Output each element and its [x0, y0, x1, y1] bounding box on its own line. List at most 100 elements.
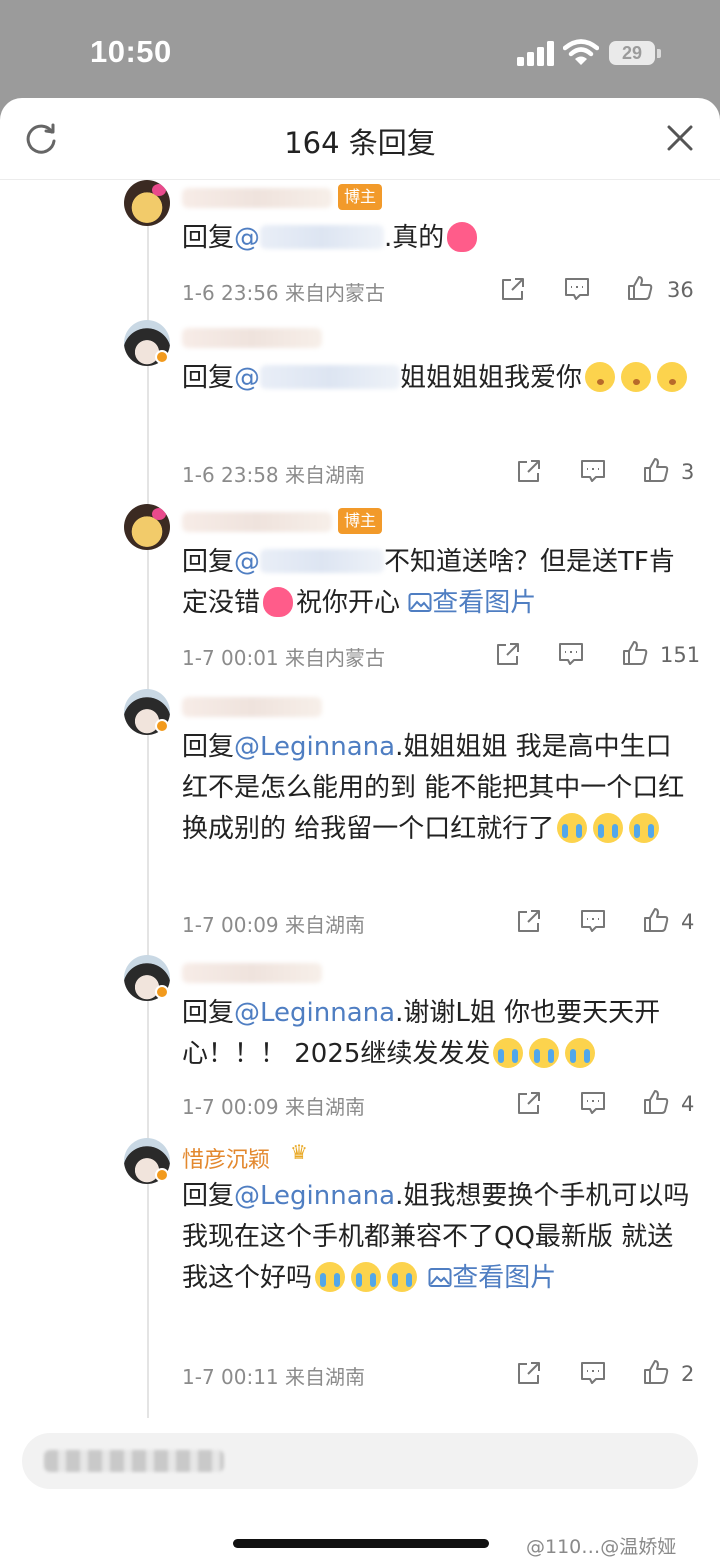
reply-body-tail: 祝你开心	[296, 588, 401, 618]
reply-item: 回复@ 姐姐姐姐我爱你 1-6 23:58 来自湖南 3	[0, 316, 720, 501]
reply-meta: 1-7 00:01 来自内蒙古	[182, 642, 385, 671]
view-image-link[interactable]: 查看图片	[428, 1263, 556, 1293]
share-icon[interactable]	[516, 1090, 542, 1116]
reply-meta: 1-7 00:09 来自湖南	[182, 1091, 365, 1120]
author-name[interactable]: 惜彦沉颖	[182, 1142, 270, 1174]
reply-meta: 1-6 23:56 来自内蒙古	[182, 277, 385, 306]
reply-location: 来自湖南	[285, 1365, 366, 1389]
thumbs-up-icon[interactable]	[643, 457, 669, 483]
reply-date: 1-7 00:11	[182, 1365, 279, 1389]
share-icon[interactable]	[500, 276, 526, 302]
sheet-title: 164 条回复	[284, 126, 436, 160]
reply-item: 惜彦沉颖 ♛ 回复@Leginnana.姐我想要换个手机可以吗 我现在这个手机都…	[0, 1134, 720, 1404]
reply-meta: 1-7 00:09 来自湖南	[182, 909, 365, 938]
avatar[interactable]	[124, 504, 170, 550]
view-image-link[interactable]: 查看图片	[408, 588, 536, 618]
crown-badge-icon: ♛	[290, 1140, 308, 1164]
comment-icon[interactable]	[580, 908, 606, 934]
reply-item: 回复@Leginnana.姐姐姐姐 我是高中生口红不是怎么能用的到 能不能把其中…	[0, 685, 720, 950]
reply-date: 1-7 00:09	[182, 1095, 279, 1119]
comment-placeholder-redacted	[44, 1450, 224, 1472]
heart-emoji-icon	[263, 587, 294, 617]
reply-item: 回复@Leginnana.谢谢L姐 你也要天天开心！！！ 2025继续发发发 1…	[0, 951, 720, 1131]
share-icon[interactable]	[516, 458, 542, 484]
reply-prefix: 回复	[182, 363, 235, 393]
mention-link[interactable]: @Leginnana	[234, 998, 395, 1028]
home-indicator[interactable]	[233, 1539, 489, 1548]
reply-location: 来自湖南	[285, 463, 366, 487]
author-name-redacted[interactable]	[182, 328, 322, 348]
verified-badge-icon	[155, 985, 169, 999]
battery-level: 29	[621, 43, 643, 63]
mention-link[interactable]: @Leginnana	[234, 732, 395, 762]
reply-date: 1-6 23:58	[182, 463, 279, 487]
thumbs-up-icon[interactable]	[643, 907, 669, 933]
crying-emoji-icon	[529, 1038, 560, 1068]
comment-icon[interactable]	[580, 1090, 606, 1116]
close-icon[interactable]	[666, 124, 694, 152]
wifi-icon	[563, 39, 599, 65]
reply-date: 1-7 00:09	[182, 913, 279, 937]
reply-date: 1-6 23:56	[182, 281, 279, 305]
reply-body: .真的	[384, 223, 445, 253]
thumbs-up-icon[interactable]	[622, 640, 648, 666]
mention-link[interactable]: @	[234, 223, 385, 253]
crying-emoji-icon	[557, 813, 588, 843]
watermark: @110…@温娇娅	[526, 1536, 677, 1558]
author-name-redacted[interactable]	[182, 697, 322, 717]
verified-badge-icon	[155, 350, 169, 364]
reply-text: 回复@ 不知道送啥？但是送TF肯定没错 祝你开心 查看图片	[182, 542, 694, 624]
author-name-redacted[interactable]	[182, 188, 332, 208]
reply-text: 回复@Leginnana.谢谢L姐 你也要天天开心！！！ 2025继续发发发	[182, 993, 694, 1075]
crying-emoji-icon	[493, 1038, 524, 1068]
share-icon[interactable]	[495, 641, 521, 667]
thumbs-up-icon[interactable]	[643, 1089, 669, 1115]
mention-link[interactable]: @	[234, 363, 401, 393]
reply-date: 1-7 00:01	[182, 646, 279, 670]
like-count: 4	[681, 1092, 695, 1116]
like-count: 4	[681, 910, 695, 934]
like-count: 36	[667, 278, 694, 302]
avatar[interactable]	[124, 180, 170, 226]
sheet-header: 164 条回复	[0, 98, 720, 180]
thumbs-up-icon[interactable]	[627, 275, 653, 301]
reply-text: 回复@ .真的	[182, 218, 694, 259]
comment-icon[interactable]	[564, 276, 590, 302]
battery-cap	[657, 49, 661, 58]
replies-sheet: 164 条回复 博主 回复@ .真的 1-6 23:56 来自内蒙古 36 回复@…	[0, 98, 720, 1561]
reply-location: 来自内蒙古	[285, 281, 386, 305]
reply-prefix: 回复	[182, 732, 235, 762]
battery-icon: 29	[609, 41, 655, 65]
verified-badge-icon	[155, 1168, 169, 1182]
cellular-signal-icon	[517, 40, 555, 66]
crying-emoji-icon	[593, 813, 624, 843]
mention-link[interactable]: @Leginnana	[234, 1181, 395, 1211]
reply-text: 回复@Leginnana.姐我想要换个手机可以吗 我现在这个手机都兼容不了QQ最…	[182, 1176, 694, 1299]
reply-body: 姐姐姐姐我爱你	[400, 363, 583, 393]
reply-text: 回复@ 姐姐姐姐我爱你	[182, 358, 694, 399]
reply-prefix: 回复	[182, 1181, 235, 1211]
kiss-emoji-icon	[621, 362, 652, 392]
share-icon[interactable]	[516, 1360, 542, 1386]
reply-location: 来自湖南	[285, 1095, 366, 1119]
mention-link[interactable]: @	[234, 547, 385, 577]
crying-emoji-icon	[315, 1262, 346, 1292]
image-icon	[408, 593, 432, 612]
author-name-redacted[interactable]	[182, 963, 322, 983]
author-name-redacted[interactable]	[182, 512, 332, 532]
reply-prefix: 回复	[182, 223, 235, 253]
comment-icon[interactable]	[580, 1360, 606, 1386]
comment-input[interactable]	[22, 1433, 698, 1489]
comment-icon[interactable]	[580, 458, 606, 484]
reply-location: 来自内蒙古	[285, 646, 386, 670]
reply-meta: 1-6 23:58 来自湖南	[182, 459, 365, 488]
crying-emoji-icon	[565, 1038, 596, 1068]
status-bar: 10:50 29	[0, 0, 720, 100]
share-icon[interactable]	[516, 908, 542, 934]
comment-icon[interactable]	[558, 641, 584, 667]
status-time: 10:50	[90, 34, 172, 69]
reply-item: 博主 回复@ 不知道送啥？但是送TF肯定没错 祝你开心 查看图片 1-7 00:01…	[0, 500, 720, 685]
reply-location: 来自湖南	[285, 913, 366, 937]
thumbs-up-icon[interactable]	[643, 1359, 669, 1385]
reply-prefix: 回复	[182, 998, 235, 1028]
